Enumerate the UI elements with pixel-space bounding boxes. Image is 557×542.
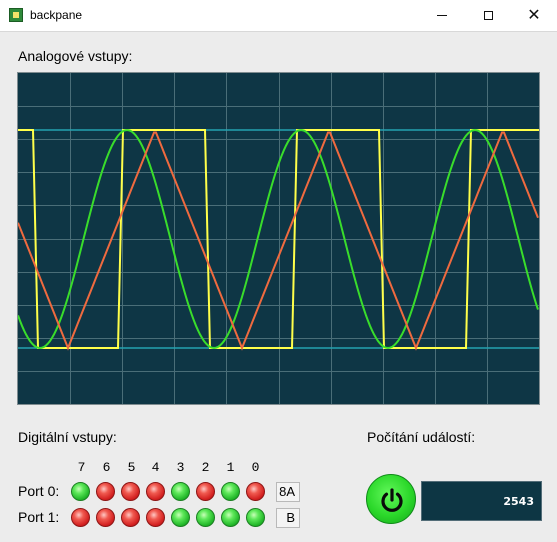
led-indicator	[71, 508, 90, 527]
bit-number: 1	[226, 460, 235, 475]
minimize-icon	[437, 15, 447, 16]
bit-number: 0	[251, 460, 260, 475]
led-indicator	[221, 508, 240, 527]
app-icon	[9, 8, 23, 22]
window-title: backpane	[30, 8, 83, 22]
minimize-button[interactable]	[419, 0, 465, 31]
event-counter-display: 2543	[421, 481, 542, 521]
led-indicator	[146, 508, 165, 527]
led-indicator	[96, 508, 115, 527]
led-indicator	[246, 482, 265, 501]
digital-inputs-label: Digitální vstupy:	[18, 429, 117, 445]
led-indicator	[121, 508, 140, 527]
oscilloscope-display	[17, 72, 540, 405]
maximize-icon	[483, 11, 493, 20]
maximize-button[interactable]	[465, 0, 511, 31]
bit-number: 5	[127, 460, 136, 475]
oscilloscope-plot	[18, 73, 539, 404]
power-icon	[381, 488, 403, 512]
bit-number: 2	[201, 460, 210, 475]
led-indicator	[171, 482, 190, 501]
led-indicator	[196, 482, 215, 501]
port0-label: Port 0:	[18, 483, 60, 499]
led-indicator	[96, 482, 115, 501]
led-indicator	[71, 482, 90, 501]
led-indicator	[221, 482, 240, 501]
port1-label: Port 1:	[18, 509, 60, 525]
led-indicator	[146, 482, 165, 501]
bit-number: 6	[102, 460, 111, 475]
led-indicator	[196, 508, 215, 527]
port1-hex-value: B	[276, 508, 300, 528]
power-button[interactable]	[366, 474, 416, 524]
title-bar: backpane ✕	[0, 0, 557, 32]
close-button[interactable]: ✕	[511, 0, 557, 31]
bit-number: 3	[176, 460, 185, 475]
event-counting-label: Počítání událostí:	[367, 429, 476, 445]
bit-number: 7	[77, 460, 86, 475]
bit-number: 4	[151, 460, 160, 475]
close-icon: ✕	[527, 6, 541, 24]
led-indicator	[121, 482, 140, 501]
led-indicator	[171, 508, 190, 527]
port0-hex-value: 8A	[276, 482, 300, 502]
led-indicator	[246, 508, 265, 527]
analog-inputs-label: Analogové vstupy:	[18, 48, 133, 64]
